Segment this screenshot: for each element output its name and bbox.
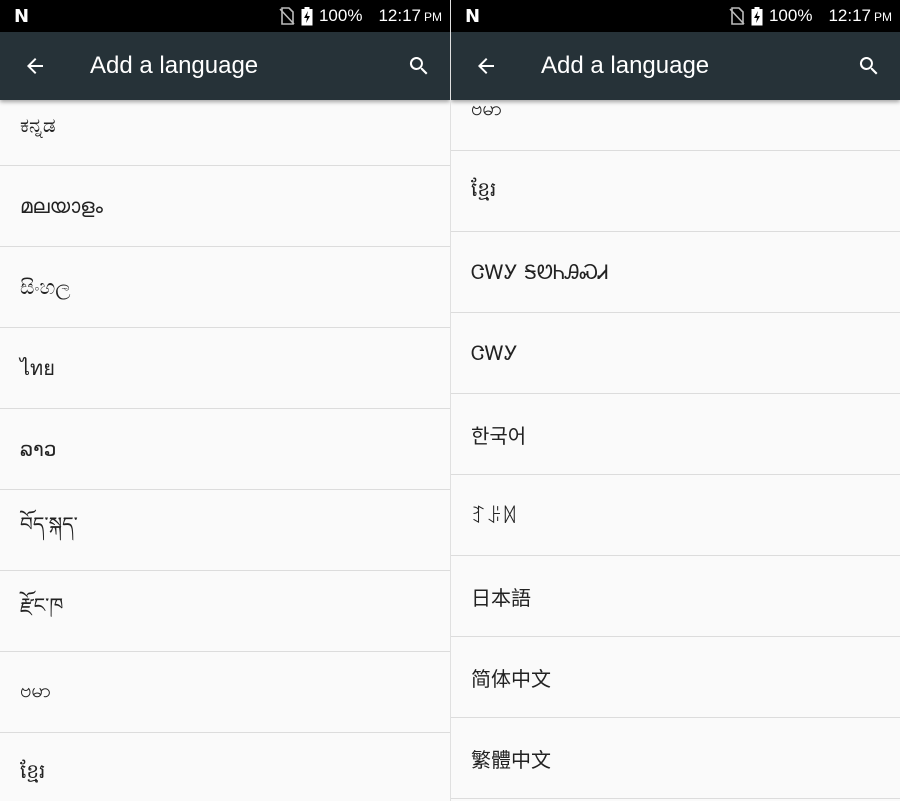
language-label: ꆈꌠꉙ	[471, 504, 518, 528]
no-sim-icon	[279, 7, 295, 25]
app-bar: Add a language	[451, 32, 900, 100]
list-item[interactable]: 日本語	[451, 556, 900, 637]
battery-charging-icon	[301, 6, 313, 26]
list-item[interactable]: ខ្មែរ	[451, 151, 900, 232]
clock: 12:17 PM	[828, 6, 892, 26]
notification-n-icon: N	[14, 5, 30, 27]
language-label: 繁體中文	[471, 747, 551, 772]
app-bar: Add a language	[0, 32, 450, 100]
list-item[interactable]: සිංහල	[0, 247, 450, 328]
screens: N 100% 12:17 PM Add a language ಕನ್ನಡ മലയ…	[0, 0, 900, 801]
search-button[interactable]	[852, 49, 886, 83]
list-item[interactable]: རྫོང་ཁ	[0, 571, 450, 652]
language-label: ᏣᎳᎩ ᎦᏬᏂᎯᏍᏗ	[471, 260, 609, 284]
language-list: ဗမာ ខ្មែរ ᏣᎳᎩ ᎦᏬᏂᎯᏍᏗ ᏣᎳᎩ 한국어 ꆈꌠꉙ 日本語 简体中…	[451, 70, 900, 799]
search-icon	[859, 57, 878, 75]
language-label: ລາວ	[20, 437, 57, 461]
right-screen: N 100% 12:17 PM Add a language ဗမာ ខ្មែរ…	[450, 0, 900, 801]
language-label: മലയാളം	[20, 194, 103, 218]
page-title: Add a language	[541, 52, 710, 79]
language-list: ಕನ್ನಡ മലയാളം සිංහල ไทย ລາວ བོད་སྐད་ རྫོང…	[0, 85, 450, 801]
arrow-back-icon	[478, 58, 494, 74]
list-item[interactable]: བོད་སྐད་	[0, 490, 450, 571]
language-label: བོད་སྐད་	[20, 512, 78, 536]
status-bar: N 100% 12:17 PM	[451, 0, 900, 32]
list-item[interactable]: ဗမာ	[0, 652, 450, 733]
language-label: རྫོང་ཁ	[20, 593, 64, 617]
clock-time: 12:17	[828, 6, 871, 25]
list-item[interactable]: ខ្មែរ	[0, 733, 450, 801]
language-label: ខ្មែរ	[20, 759, 46, 783]
search-icon	[409, 57, 428, 75]
language-label: ខ្មែរ	[471, 177, 497, 201]
language-label: ᏣᎳᎩ	[471, 341, 518, 365]
list-item[interactable]: ᏣᎳᎩ	[451, 313, 900, 394]
list-item[interactable]: 繁體中文	[451, 718, 900, 799]
clock-ampm: PM	[424, 10, 442, 24]
language-label: 简体中文	[471, 666, 551, 691]
clock: 12:17 PM	[378, 6, 442, 26]
status-indicators: 100% 12:17 PM	[279, 6, 442, 26]
language-label: ไทย	[20, 356, 55, 380]
arrow-back-icon	[27, 58, 43, 74]
language-label: ಕನ್ನಡ	[20, 113, 56, 137]
language-label: 日本語	[471, 585, 531, 610]
battery-percent: 100%	[318, 6, 363, 25]
back-button[interactable]	[0, 32, 70, 100]
list-item[interactable]: ꆈꌠꉙ	[451, 475, 900, 556]
no-sim-icon	[729, 7, 745, 25]
list-item[interactable]: ᏣᎳᎩ ᎦᏬᏂᎯᏍᏗ	[451, 232, 900, 313]
list-item[interactable]: 简体中文	[451, 637, 900, 718]
list-item[interactable]: ລາວ	[0, 409, 450, 490]
language-label: සිංහල	[20, 275, 71, 299]
language-label: 한국어	[471, 423, 527, 448]
page-title: Add a language	[90, 52, 259, 79]
list-item[interactable]: ไทย	[0, 328, 450, 409]
left-screen: N 100% 12:17 PM Add a language ಕನ್ನಡ മലയ…	[0, 0, 450, 801]
list-item[interactable]: മലയാളം	[0, 166, 450, 247]
search-button[interactable]	[402, 49, 436, 83]
battery-percent: 100%	[768, 6, 813, 25]
clock-time: 12:17	[378, 6, 421, 25]
status-bar: N 100% 12:17 PM	[0, 0, 450, 32]
status-indicators: 100% 12:17 PM	[729, 6, 892, 26]
battery-charging-icon	[751, 6, 763, 26]
notification-n-icon: N	[465, 5, 481, 27]
language-label: ဗမာ	[20, 678, 52, 702]
back-button[interactable]	[451, 32, 521, 100]
list-item[interactable]: 한국어	[451, 394, 900, 475]
clock-ampm: PM	[874, 10, 892, 24]
